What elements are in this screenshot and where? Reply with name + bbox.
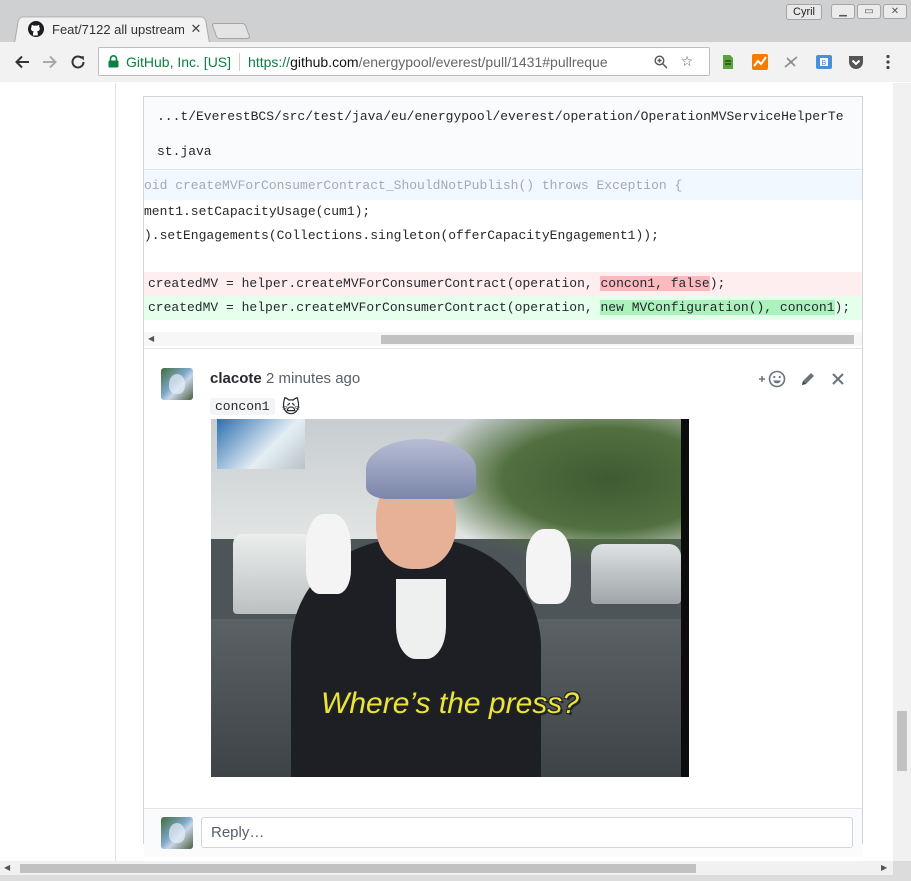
add-reaction-button[interactable] [756, 367, 790, 391]
arrow-right-icon [43, 55, 57, 69]
gif-caption: Where’s the press? [321, 687, 579, 720]
tab-close-icon[interactable]: ✕ [190, 21, 202, 36]
reply-bar: Reply… [144, 808, 862, 857]
diff-deleted-line: createdMV = helper.createMVForConsumerCo… [144, 272, 862, 296]
pocket-extension-icon[interactable] [846, 52, 866, 72]
pencil-icon [802, 373, 814, 385]
back-button[interactable] [11, 51, 33, 73]
scrollbar-thumb[interactable] [20, 864, 696, 873]
reload-button[interactable] [67, 51, 89, 73]
scroll-left-icon[interactable]: ◀ [4, 861, 10, 875]
comment-author[interactable]: clacote [210, 370, 262, 387]
svg-text:B: B [822, 59, 827, 67]
maximize-button[interactable]: ▭ [857, 4, 881, 19]
window-frame-bottom [0, 875, 893, 881]
tab-content[interactable]: Feat/7122 all upstream ✕ [24, 18, 204, 40]
code-text: ment1.setCapacityUsage(cum1); [144, 204, 371, 219]
new-tab-button[interactable] [211, 23, 251, 39]
comment-timestamp[interactable]: 2 minutes ago [266, 370, 360, 387]
minimize-button[interactable]: ▁ [831, 4, 855, 19]
profile-button[interactable]: Cyril [786, 4, 822, 20]
address-bar[interactable]: GitHub, Inc. [US] https://github.com/ene… [98, 47, 710, 76]
window-close-button[interactable]: ✕ [883, 4, 907, 19]
add-reaction-icon [759, 370, 786, 388]
github-icon [28, 21, 44, 37]
zoom-icon[interactable] [650, 51, 672, 73]
tab-title: Feat/7122 all upstream [52, 21, 184, 37]
timeline-rule [115, 83, 116, 861]
react-devtools-extension-icon[interactable] [781, 52, 801, 72]
analytics-extension-icon[interactable] [750, 52, 770, 72]
scroll-left-icon[interactable]: ◀ [148, 332, 154, 346]
diff-empty-line [144, 248, 862, 272]
chrome-menu-icon[interactable] [878, 52, 898, 72]
added-prefix: createdMV = helper.createMVForConsumerCo… [148, 300, 601, 315]
code-text: createdMV = helper.createMVForConsumerCo… [148, 296, 850, 320]
file-path[interactable]: ...t/EverestBCS/src/test/java/eu/energyp… [157, 109, 844, 124]
ev-certificate-label[interactable]: GitHub, Inc. [US] [126, 54, 231, 70]
avatar[interactable] [161, 817, 193, 849]
close-icon [832, 373, 844, 385]
forward-button[interactable] [39, 51, 61, 73]
bookmark-star-icon[interactable]: ☆ [676, 51, 698, 73]
tab-strip: Feat/7122 all upstream ✕ Cyril ▁ ▭ ✕ [0, 0, 911, 43]
evernote-extension-icon[interactable] [718, 52, 738, 72]
added-suffix: ); [834, 300, 851, 315]
hunk-text: oid createMVForConsumerContract_ShouldNo… [144, 178, 683, 193]
lock-icon[interactable] [106, 55, 120, 69]
deleted-prefix: createdMV = helper.createMVForConsumerCo… [148, 276, 601, 291]
scream-cat-emoji: 🙀 [281, 397, 301, 417]
divider [239, 52, 241, 71]
file-header: ...t/EverestBCS/src/test/java/eu/energyp… [144, 96, 862, 170]
code-text: ).setEngagements(Collections.singleton(o… [144, 228, 659, 243]
added-highlight: new MVConfiguration(), concon1 [600, 300, 835, 315]
page-vertical-scrollbar[interactable] [893, 83, 911, 861]
url-text[interactable]: https://github.com/energypool/everest/pu… [248, 54, 650, 70]
scrollbar-thumb[interactable] [381, 335, 854, 344]
review-comment-box: ...t/EverestBCS/src/test/java/eu/energyp… [143, 96, 863, 857]
diff-context-line: ).setEngagements(Collections.singleton(o… [144, 224, 862, 248]
deleted-suffix: ); [709, 276, 726, 291]
diff-context-line: ment1.setCapacityUsage(cum1); [144, 200, 862, 224]
url-path: /energypool/everest/pull/1431#pullreque [358, 53, 608, 70]
screen-capture-extension-icon[interactable]: B [814, 52, 834, 72]
file-path-continued[interactable]: st.java [157, 144, 212, 159]
page-horizontal-scrollbar[interactable]: ◀ ▶ [0, 861, 893, 875]
diff-hunk-header: oid createMVForConsumerContract_ShouldNo… [144, 171, 862, 200]
diff-snippet: oid createMVForConsumerContract_ShouldNo… [144, 171, 862, 320]
comment-thread: clacote 2 minutes ago concon1 🙀 Where’s … [144, 348, 862, 857]
scrollbar-corner [893, 861, 911, 881]
reload-icon [71, 55, 85, 69]
delete-comment-button[interactable] [826, 367, 850, 391]
arrow-left-icon [15, 55, 29, 69]
avatar[interactable] [161, 368, 193, 400]
inline-code: concon1 [210, 398, 275, 415]
diff-added-line: createdMV = helper.createMVForConsumerCo… [144, 296, 862, 320]
scrollbar-thumb[interactable] [897, 711, 907, 771]
url-scheme: https:// [248, 53, 291, 70]
reply-input[interactable]: Reply… [201, 817, 853, 848]
url-host: github.com [290, 53, 359, 70]
browser-chrome: Feat/7122 all upstream ✕ Cyril ▁ ▭ ✕ Git… [0, 0, 911, 82]
browser-toolbar: GitHub, Inc. [US] https://github.com/ene… [0, 42, 911, 82]
diff-horizontal-scrollbar[interactable]: ◀ [144, 332, 862, 346]
deleted-highlight: concon1, false [600, 276, 710, 291]
page-viewport: ...t/EverestBCS/src/test/java/eu/energyp… [0, 83, 893, 861]
scroll-right-icon[interactable]: ▶ [881, 861, 887, 875]
edit-comment-button[interactable] [796, 367, 820, 391]
comment-gif-image[interactable]: Where’s the press? [211, 419, 689, 777]
code-text: createdMV = helper.createMVForConsumerCo… [148, 272, 725, 296]
